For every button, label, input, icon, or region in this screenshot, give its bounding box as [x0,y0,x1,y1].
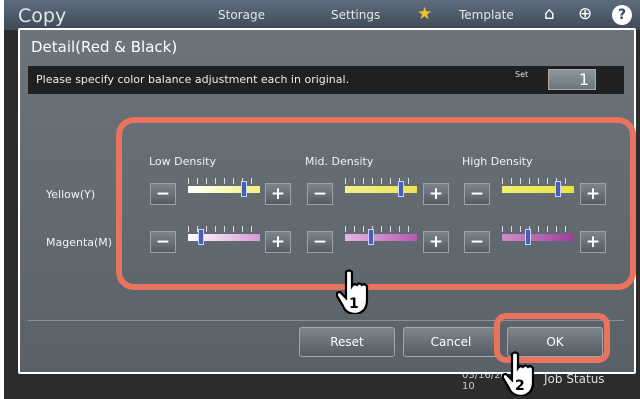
highlight-sliders [116,117,636,290]
callout-number: 2 [515,378,525,394]
set-label: Set [515,70,529,79]
dialog-title: Detail(Red & Black) [31,38,178,56]
tab-settings[interactable]: Settings [331,8,380,22]
job-status-button[interactable]: Job Status [544,372,605,386]
help-icon[interactable]: ? [612,5,632,25]
row-label-yellow: Yellow(Y) [46,188,96,201]
tab-template[interactable]: Template [459,8,514,22]
home-icon[interactable]: ⌂ [544,4,555,24]
reset-button[interactable]: Reset [299,327,395,357]
pointer-hand-icon: 1 [336,269,369,314]
cancel-button[interactable]: Cancel [403,327,499,357]
pointer-hand-icon: 2 [502,351,535,396]
star-icon: ★ [417,4,433,24]
tab-storage[interactable]: Storage [218,8,265,22]
top-bar: Copy Storage Settings ★ Template ⌂ ⊕ ? [4,0,640,30]
set-value: 1 [548,69,596,90]
message-bar: Please specify color balance adjustment … [28,66,624,94]
row-label-magenta: Magenta(M) [46,236,113,249]
instruction-text: Please specify color balance adjustment … [36,73,350,86]
globe-icon[interactable]: ⊕ [578,4,592,24]
callout-number: 1 [349,296,359,312]
app-title: Copy [18,5,67,27]
